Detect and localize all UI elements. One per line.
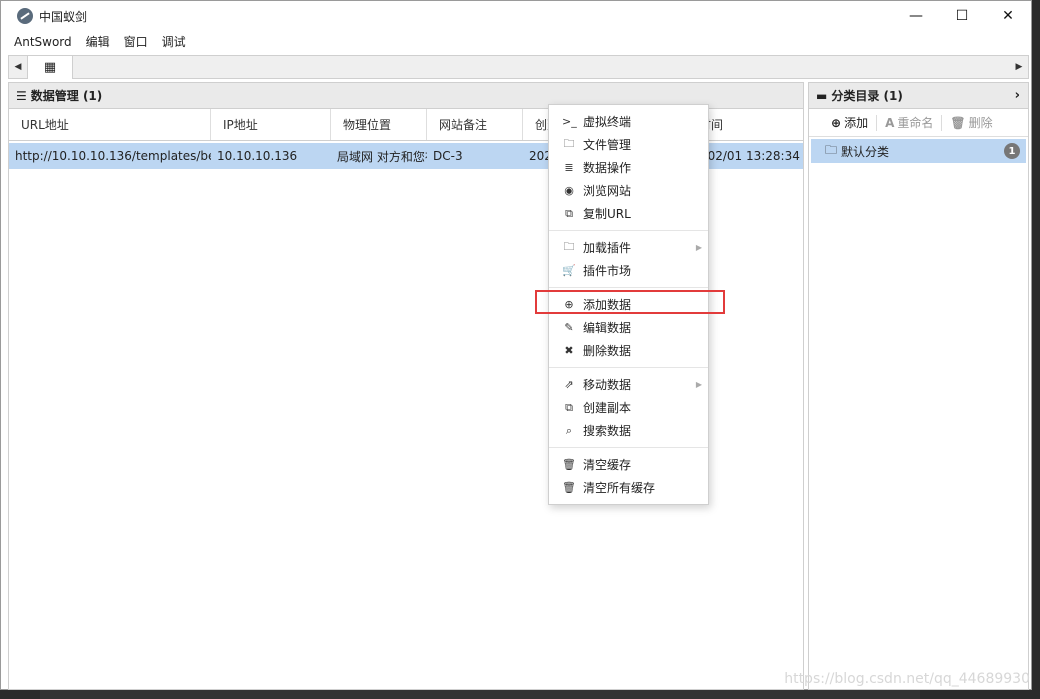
folder-outline-icon: 🗀 [825, 142, 838, 157]
menu-item-label: 删除数据 [583, 344, 632, 358]
database-icon: ≣ [564, 161, 574, 174]
plus-circle-icon: ⊕ [831, 115, 842, 130]
menu-item-label: 创建副本 [583, 401, 632, 415]
watermark: https://blog.csdn.net/qq_44689930 [784, 671, 1030, 687]
menu-item-label: 插件市场 [583, 264, 632, 278]
menu-item[interactable]: ✖ 删除数据 [549, 339, 708, 362]
rename-category-label: 重命名 [897, 116, 934, 130]
grid-icon: ▦ [43, 59, 57, 75]
menu-bar: AntSword 编辑 窗口 调试 [1, 31, 1031, 53]
data-panel-title: 数据管理 (1) [30, 89, 103, 103]
cart-icon: 🛒 [562, 264, 576, 277]
menu-item-label: 加载插件 [583, 241, 632, 255]
column-header-url[interactable]: URL地址 [9, 109, 211, 140]
menu-item[interactable]: 🗑 清空缓存 [549, 453, 708, 476]
menu-item[interactable]: ≣ 数据操作 [549, 156, 708, 179]
category-item-default[interactable]: 🗀 默认分类 1 [811, 139, 1026, 163]
menu-item[interactable]: ✎ 编辑数据 [549, 316, 708, 339]
cell-location: 局域网 对方和您在同一内部网 [337, 149, 427, 164]
menu-item-label: 清空缓存 [583, 458, 632, 472]
add-category-label: 添加 [844, 116, 869, 130]
tab-scroll-right-button[interactable]: ▶ [1010, 56, 1028, 78]
menu-separator [549, 367, 708, 368]
font-icon: A [885, 115, 895, 130]
cell-ip: 10.10.10.136 [217, 149, 298, 163]
delete-category-button[interactable]: 🗑 删除 [942, 113, 1000, 133]
count-badge: 1 [1004, 143, 1020, 159]
title-bar: 中国蚁剑 — ☐ ✕ [1, 1, 1031, 31]
category-toolbar: ⊕ 添加 A 重命名 🗑 删除 [809, 109, 1028, 137]
window-title: 中国蚁剑 [39, 9, 88, 24]
close-icon: ✖ [564, 344, 574, 357]
menu-item-label: 搜索数据 [583, 424, 632, 438]
menu-item-label: 复制URL [583, 207, 631, 221]
maximize-button[interactable]: ☐ [939, 1, 985, 31]
tab-bar: ◀ ▦ ▶ [8, 55, 1029, 79]
menu-item-label: 虚拟终端 [583, 115, 632, 129]
category-panel: ▬ 分类目录 (1) › ⊕ 添加 A 重命名 🗑 删除 🗀 默认分类 1 [808, 82, 1029, 690]
menu-item[interactable]: ⇗ 移动数据 ▶ [549, 373, 708, 396]
folder-icon: 🗀 [563, 137, 575, 150]
menu-separator [549, 230, 708, 231]
collapse-chevron-icon[interactable]: › [1015, 88, 1020, 103]
chrome-icon: ◉ [564, 184, 574, 197]
trash-icon: 🗑 [562, 481, 576, 494]
cell-url: http://10.10.10.136/templates/beez3/ [15, 149, 211, 163]
folder-icon: 🗀 [563, 240, 575, 253]
menu-item[interactable]: ◉ 浏览网站 [549, 179, 708, 202]
window-controls: — ☐ ✕ [893, 1, 1031, 31]
category-panel-header: ▬ 分类目录 (1) › [809, 83, 1028, 109]
search-icon: ⌕ [565, 423, 573, 437]
trash-outline-icon: 🗑 [562, 458, 576, 471]
tab-scroll-left-button[interactable]: ◀ [9, 56, 27, 78]
menu-debug[interactable]: 调试 [155, 31, 193, 53]
terminal-icon: >_ [562, 115, 577, 128]
taskbar-strip [40, 690, 920, 699]
menu-separator [549, 287, 708, 288]
menu-window[interactable]: 窗口 [117, 31, 155, 53]
submenu-arrow-icon: ▶ [695, 380, 702, 389]
column-header-ip[interactable]: IP地址 [211, 109, 331, 140]
menu-item[interactable]: 🗀 加载插件 ▶ [549, 236, 708, 259]
menu-item-label: 文件管理 [583, 138, 632, 152]
add-category-button[interactable]: ⊕ 添加 [823, 113, 876, 133]
folder-icon: ▬ [816, 88, 828, 103]
menu-antsword[interactable]: AntSword [7, 31, 79, 53]
antsword-logo-icon [17, 8, 33, 24]
menu-item[interactable]: 🛒 插件市场 [549, 259, 708, 282]
menu-edit[interactable]: 编辑 [79, 31, 117, 53]
trash-icon: 🗑 [950, 115, 966, 130]
menu-item[interactable]: ⧉ 复制URL [549, 202, 708, 225]
copy-icon: ⧉ [565, 400, 573, 414]
minimize-button[interactable]: — [893, 1, 939, 31]
menu-item[interactable]: 🗀 文件管理 [549, 133, 708, 156]
category-item-label: 默认分类 [841, 144, 890, 159]
column-header-note[interactable]: 网站备注 [427, 109, 523, 140]
highlight-annotation-box [535, 290, 725, 314]
column-header-location[interactable]: 物理位置 [331, 109, 427, 140]
rename-category-button[interactable]: A 重命名 [877, 113, 941, 133]
menu-item-label: 清空所有缓存 [583, 481, 656, 495]
menu-item-label: 浏览网站 [583, 184, 632, 198]
menu-separator [549, 447, 708, 448]
tab-home[interactable]: ▦ [27, 55, 73, 79]
share-icon: ⇗ [564, 378, 574, 391]
list-icon: ☰ [16, 88, 27, 103]
menu-item-label: 移动数据 [583, 378, 632, 392]
edit-icon: ✎ [564, 321, 574, 334]
menu-item[interactable]: ⌕ 搜索数据 [549, 419, 708, 442]
close-button[interactable]: ✕ [985, 1, 1031, 31]
menu-item[interactable]: >_ 虚拟终端 [549, 110, 708, 133]
delete-category-label: 删除 [968, 116, 993, 130]
cell-note: DC-3 [433, 149, 463, 163]
menu-item-label: 数据操作 [583, 161, 632, 175]
menu-item[interactable]: ⧉ 创建副本 [549, 396, 708, 419]
menu-item[interactable]: 🗑 清空所有缓存 [549, 476, 708, 499]
category-panel-title: 分类目录 (1) [831, 89, 903, 103]
menu-item-label: 编辑数据 [583, 321, 632, 335]
copy-icon: ⧉ [565, 206, 573, 220]
submenu-arrow-icon: ▶ [695, 243, 702, 252]
